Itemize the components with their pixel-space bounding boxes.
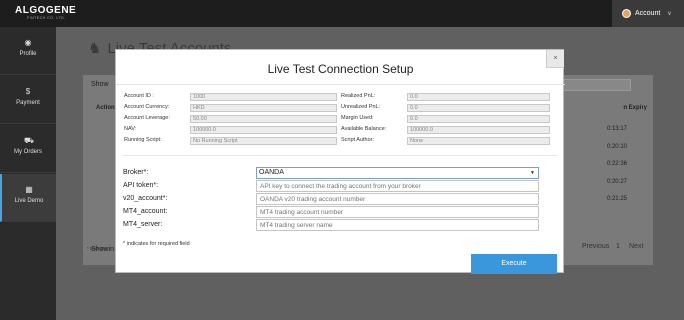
actions-column-header[interactable]: Action: [96, 105, 115, 111]
mt4-account-input[interactable]: [256, 206, 539, 218]
info-label: Available Balance:: [341, 126, 387, 132]
table-cell: 0:20:10: [606, 144, 627, 150]
table-cell: 0:22:36: [606, 161, 627, 167]
mt4-account-label: MT4_account:: [123, 208, 168, 215]
mt4-server-label: MT4_server:: [123, 221, 163, 228]
info-label: Account Currency:: [124, 104, 170, 110]
margin-used-value: 0.0: [407, 115, 550, 123]
info-label: Account ID :: [124, 93, 154, 99]
execute-button[interactable]: Execute: [471, 254, 557, 274]
sidebar-item-live-demo[interactable]: ▦ Live Demo: [0, 174, 56, 222]
brand-logo[interactable]: ALGOGENE: [15, 5, 76, 16]
info-label: Realized PnL:: [341, 93, 376, 99]
account-id-value: 1000: [190, 93, 337, 101]
info-label: Running Script:: [124, 137, 162, 143]
divider: [122, 155, 558, 156]
table-cell: 0:21:25: [606, 196, 627, 202]
realized-pnl-value: 0.0: [407, 93, 550, 101]
user-icon: ◉: [24, 38, 32, 47]
broker-select-value: OANDA: [259, 169, 284, 176]
api-token-label: API token*:: [123, 182, 159, 189]
pagination-previous[interactable]: Previous: [582, 243, 609, 250]
top-navbar: ALGOGENE FINTECH CO. LTD. Account ∨: [0, 0, 684, 27]
account-currency-value: HKD: [190, 104, 337, 112]
required-field-note: * indicates for required field: [123, 241, 190, 247]
info-label: Script Author:: [341, 137, 375, 143]
sidebar-item-my-orders[interactable]: ⛟ My Orders: [0, 125, 56, 173]
broker-label: Broker*:: [123, 169, 149, 176]
dollar-icon: $: [25, 87, 31, 96]
chevron-down-icon: ∨: [667, 11, 672, 17]
expiry-column-header[interactable]: n Expiry: [623, 105, 647, 111]
modal-title: Live Test Connection Setup: [267, 62, 414, 76]
account-label: Account: [635, 10, 661, 17]
chess-knight-icon: ♞: [88, 40, 102, 57]
sidebar: ◉ Profile $ Payment ⛟ My Orders ▦ Live D…: [0, 27, 56, 320]
nav-value: 100000.0: [190, 126, 337, 134]
info-label: Unrealized PnL:: [341, 104, 381, 110]
pagination-next[interactable]: Next: [629, 243, 643, 250]
table-cell: 0:20:27: [606, 179, 627, 185]
chart-icon: ▦: [25, 185, 33, 194]
sidebar-item-label: Profile: [19, 51, 37, 57]
unrealized-pnl-value: 0.0: [407, 104, 550, 112]
brand-subtitle: FINTECH CO. LTD.: [27, 16, 66, 20]
broker-select[interactable]: OANDA ▼: [256, 167, 539, 179]
v20-account-input[interactable]: [256, 193, 539, 205]
cart-icon: ⛟: [24, 136, 35, 145]
available-balance-value: 100000.0: [407, 126, 550, 134]
mt4-server-input[interactable]: [256, 219, 539, 231]
sidebar-item-payment[interactable]: $ Payment: [0, 76, 56, 124]
account-leverage-value: 50.00: [190, 115, 337, 123]
connection-setup-modal: × Live Test Connection Setup Account ID …: [115, 49, 565, 274]
sidebar-item-label: Payment: [16, 100, 40, 106]
info-label: NAV:: [124, 126, 137, 132]
sidebar-item-label: Live Demo: [14, 198, 44, 204]
info-label: Margin Used:: [341, 115, 374, 121]
divider: [116, 84, 565, 85]
account-menu[interactable]: Account ∨: [612, 0, 684, 27]
api-token-input[interactable]: [256, 180, 539, 192]
pagination-page[interactable]: 1: [616, 243, 620, 250]
v20-account-label: v20_account*:: [123, 195, 168, 202]
timestamp-footnote: * timestam: [87, 246, 109, 251]
show-entries-label: Show: [91, 81, 109, 88]
info-label: Account Leverage:: [124, 115, 170, 121]
sidebar-item-profile[interactable]: ◉ Profile: [0, 27, 56, 75]
script-author-value: None: [407, 137, 550, 145]
avatar-icon: [622, 9, 631, 18]
running-script-value: No Running Script: [190, 137, 337, 145]
caret-down-icon: ▼: [530, 170, 535, 176]
sidebar-item-label: My Orders: [13, 149, 42, 155]
table-cell: 0:13:17: [606, 126, 627, 132]
